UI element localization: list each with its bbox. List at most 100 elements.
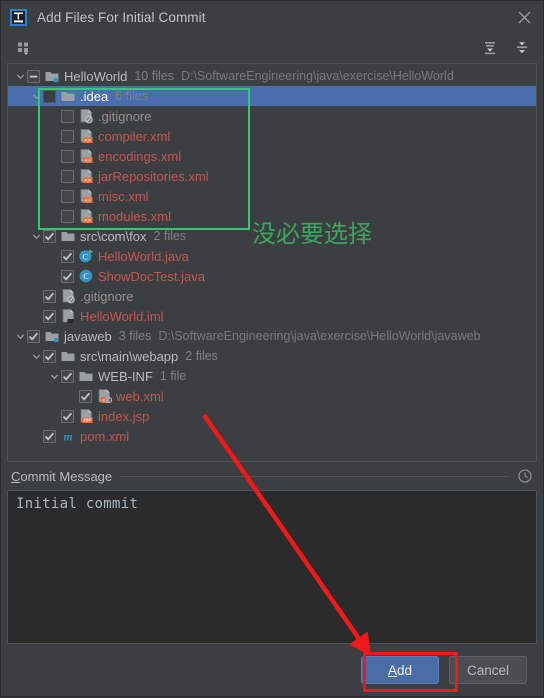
- tree-node-checkbox[interactable]: [61, 269, 74, 283]
- tree-row[interactable]: HelloWorld 10 files D:\SoftwareEngineering…: [8, 66, 536, 86]
- maven-pom-icon: m: [60, 428, 76, 444]
- tree-row[interactable]: WEB-INF 1 file: [8, 366, 536, 386]
- tree-node-checkbox[interactable]: [61, 409, 74, 423]
- tree-node-checkbox[interactable]: [61, 369, 74, 383]
- xml-file-icon: <>: [78, 128, 94, 144]
- header-divider: [120, 475, 509, 477]
- commit-message-label-rest: ommit Message: [20, 468, 113, 484]
- tree-row[interactable]: <> encodings.xml: [8, 146, 536, 166]
- tree-row[interactable]: <> misc.xml: [8, 186, 536, 206]
- folder-icon: [78, 368, 94, 384]
- file-tree[interactable]: HelloWorld 10 files D:\SoftwareEngineering…: [8, 64, 536, 446]
- xml-file-icon: <>: [78, 188, 94, 204]
- java-class-runnable-icon: C: [78, 248, 94, 264]
- commit-message-input[interactable]: Initial commit: [7, 490, 537, 644]
- web-xml-file-icon: <: [96, 388, 112, 404]
- tree-row[interactable]: .gitignore: [8, 106, 536, 126]
- xml-file-icon: <>: [78, 208, 94, 224]
- tree-node-checkbox[interactable]: [61, 129, 74, 143]
- tree-node-file-count: 6 files: [115, 89, 148, 103]
- clock-history-icon[interactable]: [517, 468, 533, 484]
- add-button[interactable]: Add: [361, 656, 439, 684]
- tree-node-checkbox[interactable]: [79, 389, 92, 403]
- tree-node-checkbox[interactable]: [43, 289, 56, 303]
- tree-row[interactable]: JSP index.jsp: [8, 406, 536, 426]
- tree-row[interactable]: HelloWorld.iml: [8, 306, 536, 326]
- expand-all-icon[interactable]: [481, 39, 499, 57]
- chevron-down-icon[interactable]: [30, 346, 43, 366]
- tree-node-checkbox[interactable]: [61, 169, 74, 183]
- tree-row[interactable]: m pom.xml: [8, 426, 536, 446]
- chevron-down-icon[interactable]: [30, 226, 43, 246]
- tree-node-checkbox[interactable]: [27, 69, 40, 83]
- tree-node-label: ShowDocTest.java: [98, 268, 205, 284]
- svg-text:JSP: JSP: [83, 418, 92, 423]
- tree-node-checkbox[interactable]: [61, 149, 74, 163]
- tree-node-label: src\com\fox: [80, 228, 147, 244]
- file-tree-panel[interactable]: HelloWorld 10 files D:\SoftwareEngineering…: [7, 63, 537, 462]
- tree-node-checkbox[interactable]: [43, 309, 56, 323]
- tree-row[interactable]: C HelloWorld.java: [8, 246, 536, 266]
- tree-node-label: encodings.xml: [98, 148, 182, 164]
- tree-node-checkbox[interactable]: [43, 349, 56, 363]
- dialog-title: Add Files For Initial Commit: [37, 9, 206, 25]
- tree-node-checkbox[interactable]: [43, 89, 56, 103]
- tree-node-checkbox[interactable]: [61, 189, 74, 203]
- tree-node-label: misc.xml: [98, 188, 149, 204]
- tree-node-label: .gitignore: [80, 288, 134, 304]
- tree-node-checkbox[interactable]: [61, 209, 74, 223]
- svg-text:<>: <>: [84, 198, 90, 204]
- add-files-dialog: Add Files For Initial Commit HelloWorld …: [0, 0, 544, 697]
- tree-node-checkbox[interactable]: [61, 249, 74, 263]
- tree-node-label: jarRepositories.xml: [98, 168, 209, 184]
- tree-node-checkbox[interactable]: [43, 429, 56, 443]
- commit-message-mnemonic: C: [11, 468, 21, 484]
- chevron-down-icon[interactable]: [30, 86, 43, 106]
- tree-row[interactable]: <> compiler.xml: [8, 126, 536, 146]
- close-icon[interactable]: [511, 4, 537, 30]
- tree-node-path: D:\SoftwareEngineering\java\exercise\Hel…: [180, 69, 454, 83]
- chevron-down-icon[interactable]: [14, 326, 27, 346]
- tree-row[interactable]: src\main\webapp 2 files: [8, 346, 536, 366]
- xml-file-icon: <>: [78, 148, 94, 164]
- tree-node-file-count: 1 file: [159, 369, 187, 383]
- chinese-annotation-note: 没必要选择: [252, 220, 372, 248]
- chevron-down-icon[interactable]: [14, 66, 27, 86]
- tree-row[interactable]: javaweb 3 files D:\SoftwareEngineering\jav…: [8, 326, 536, 346]
- tree-node-label: pom.xml: [80, 428, 130, 444]
- module-folder-icon: [44, 68, 60, 84]
- add-button-mnemonic: A: [387, 662, 397, 678]
- collapse-all-icon[interactable]: [513, 39, 531, 57]
- tree-node-label: modules.xml: [98, 208, 171, 224]
- tree-node-path: D:\SoftwareEngineering\java\exercise\Hel…: [158, 329, 481, 343]
- folder-icon: [60, 348, 76, 364]
- tree-node-label: HelloWorld: [64, 68, 128, 84]
- tree-node-label: index.jsp: [98, 408, 150, 424]
- intellij-idea-logo-icon: [10, 8, 27, 26]
- tree-toolbar: [1, 33, 543, 63]
- svg-text:<>: <>: [84, 158, 90, 164]
- group-by-directory-icon[interactable]: [15, 39, 33, 57]
- tree-node-label: .gitignore: [98, 108, 152, 124]
- tree-node-file-count: 2 files: [153, 229, 187, 243]
- chevron-down-icon[interactable]: [48, 366, 61, 386]
- tree-row[interactable]: C ShowDocTest.java: [8, 266, 536, 286]
- commit-message-label: Commit Message: [11, 469, 112, 484]
- tree-node-checkbox[interactable]: [43, 229, 56, 243]
- tree-row[interactable]: .gitignore: [8, 286, 536, 306]
- tree-node-label: src\main\webapp: [80, 348, 179, 364]
- tree-node-checkbox[interactable]: [61, 109, 74, 123]
- svg-text:C: C: [83, 252, 88, 261]
- commit-message-header: Commit Message: [1, 462, 543, 490]
- xml-file-icon: <>: [78, 168, 94, 184]
- tree-row[interactable]: <> jarRepositories.xml: [8, 166, 536, 186]
- gitignore-file-icon: [78, 108, 94, 124]
- cancel-button[interactable]: Cancel: [449, 656, 527, 684]
- tree-node-file-count: 10 files: [134, 69, 174, 83]
- svg-text:<>: <>: [84, 178, 90, 184]
- tree-row[interactable]: < web.xml: [8, 386, 536, 406]
- tree-node-file-count: 2 files: [185, 349, 218, 363]
- svg-text:<>: <>: [84, 138, 90, 144]
- tree-row[interactable]: .idea 6 files: [8, 86, 536, 106]
- tree-node-checkbox[interactable]: [27, 329, 40, 343]
